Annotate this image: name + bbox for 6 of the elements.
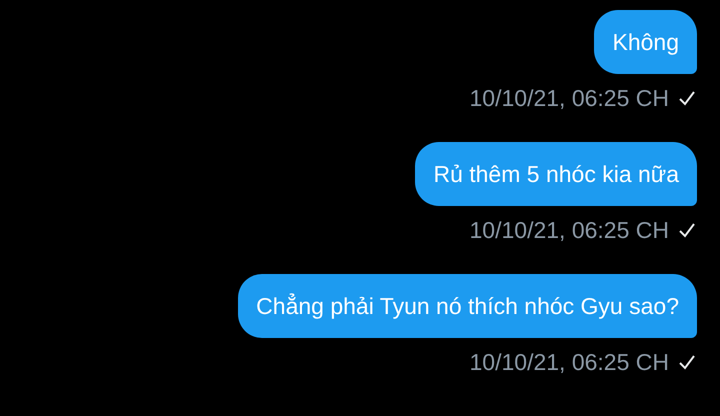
message-bubble: Rủ thêm 5 nhóc kia nữa: [415, 142, 697, 206]
message-time: 10/10/21, 06:25 CH: [470, 348, 669, 376]
message-time: 10/10/21, 06:25 CH: [470, 84, 669, 112]
message-bubble: Không: [594, 10, 697, 74]
message-bubble: Chẳng phải Tyun nó thích nhóc Gyu sao?: [238, 274, 697, 338]
message-time: 10/10/21, 06:25 CH: [470, 216, 669, 244]
